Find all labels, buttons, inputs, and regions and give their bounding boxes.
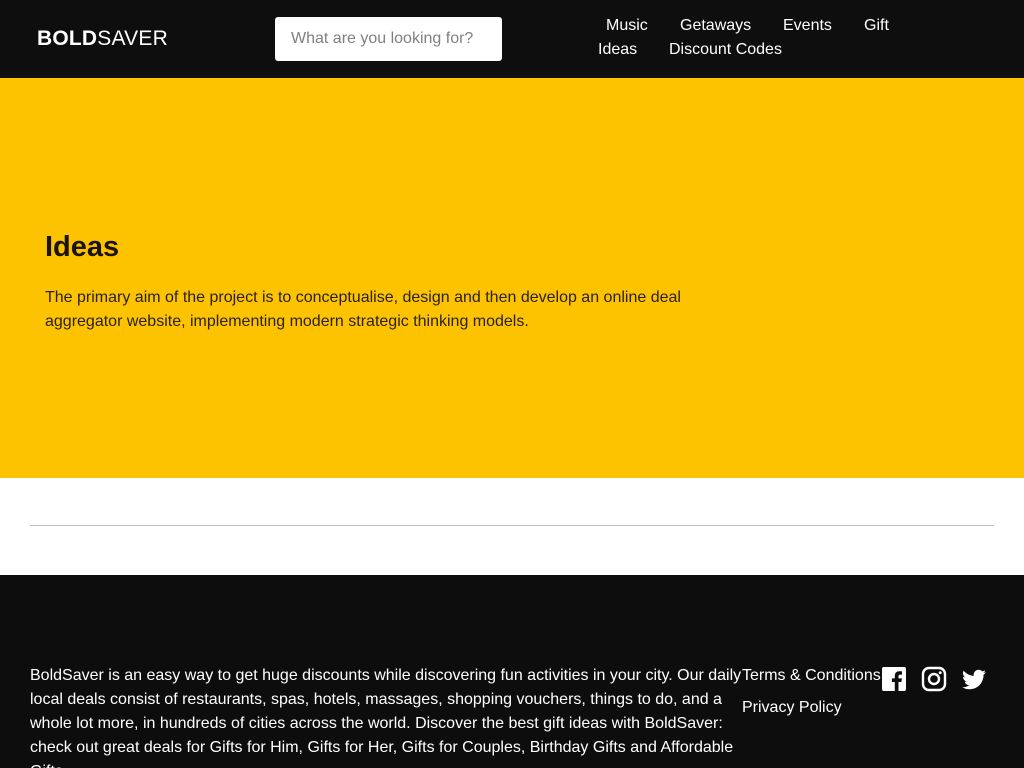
twitter-icon-glyph — [962, 669, 986, 690]
facebook-icon[interactable] — [881, 666, 907, 692]
nav-row-2: Ideas Discount Codes — [590, 38, 910, 62]
nav-link-events[interactable]: Events — [783, 14, 832, 38]
nav-link-gift-ideas-part1[interactable]: Gift — [864, 14, 889, 38]
nav-link-gift-ideas-part2[interactable]: Ideas — [598, 38, 637, 62]
nav-link-music[interactable]: Music — [606, 14, 648, 38]
page-description: The primary aim of the project is to con… — [45, 289, 681, 330]
footer-links: Terms & Conditions Privacy Policy — [742, 664, 881, 720]
page-title: Ideas — [45, 231, 120, 263]
logo-bold-text: BOLD — [37, 27, 98, 50]
nav-link-discount-codes[interactable]: Discount Codes — [669, 38, 782, 62]
nav-row-1: Music Getaways Events Gift — [590, 14, 910, 38]
twitter-icon[interactable] — [961, 666, 987, 692]
site-logo[interactable]: BOLDSAVER — [37, 28, 168, 50]
instagram-icon[interactable] — [921, 666, 947, 692]
instagram-icon-glyph — [921, 666, 947, 692]
footer-about-text: BoldSaver is an easy way to get huge dis… — [30, 667, 742, 768]
facebook-icon-glyph — [882, 667, 906, 691]
nav-link-getaways[interactable]: Getaways — [680, 14, 751, 38]
terms-link[interactable]: Terms & Conditions — [742, 664, 881, 688]
search-input[interactable] — [275, 17, 502, 61]
privacy-link[interactable]: Privacy Policy — [742, 696, 881, 720]
hero-banner: Ideas The primary aim of the project is … — [0, 78, 1024, 478]
logo-light-text: SAVER — [97, 27, 168, 50]
section-divider — [30, 525, 994, 526]
site-header: BOLDSAVER Music Getaways Events Gift Ide… — [0, 0, 1024, 78]
site-footer: BoldSaver is an easy way to get huge dis… — [0, 575, 1024, 768]
main-nav: Music Getaways Events Gift Ideas Discoun… — [590, 14, 910, 62]
